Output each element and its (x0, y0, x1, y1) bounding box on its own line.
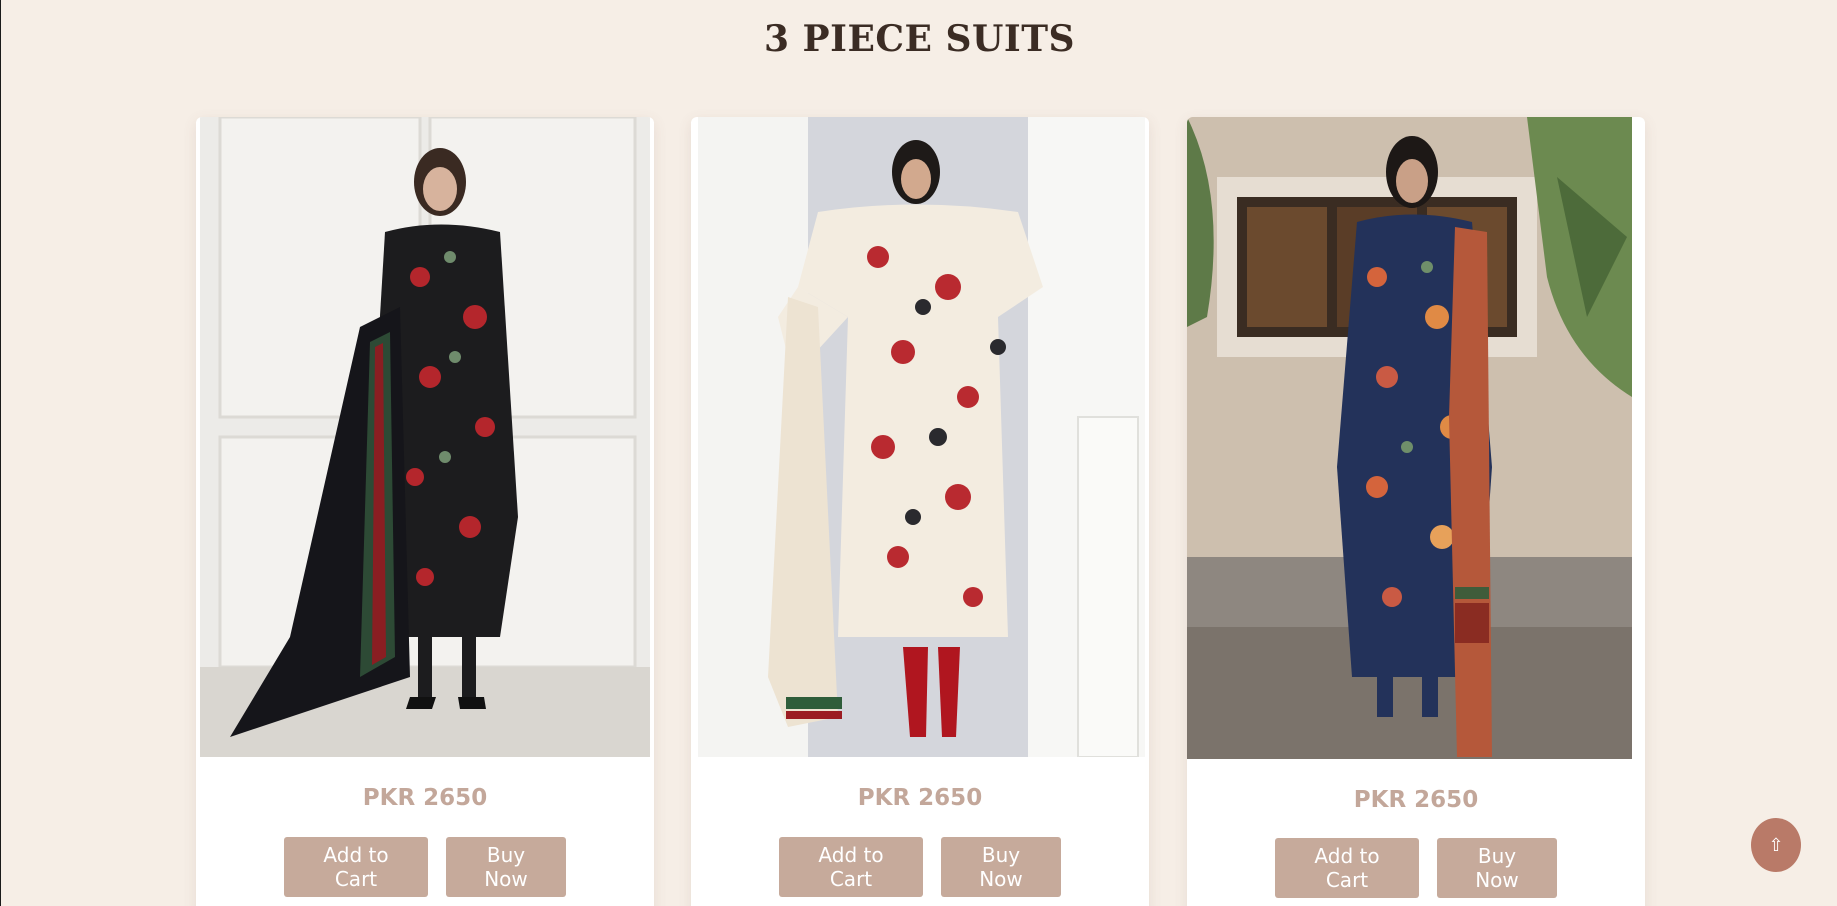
add-to-cart-button[interactable]: Add to Cart (779, 837, 923, 897)
product-actions: Add to Cart Buy Now (691, 837, 1149, 897)
product-price: PKR 2650 (1353, 787, 1479, 813)
product-card: PKR 2650 Add to Cart Buy Now (691, 117, 1149, 906)
product-image[interactable] (1187, 117, 1632, 759)
buy-now-button[interactable]: Buy Now (446, 837, 566, 897)
product-price: PKR 2650 (362, 785, 488, 811)
add-to-cart-button[interactable]: Add to Cart (1275, 838, 1419, 898)
add-to-cart-button[interactable]: Add to Cart (284, 837, 428, 897)
product-image[interactable] (698, 117, 1145, 757)
arrow-up-icon: ⇧ (1768, 834, 1784, 856)
scroll-to-top-button[interactable]: ⇧ (1751, 818, 1801, 872)
product-image[interactable] (200, 117, 650, 757)
product-actions: Add to Cart Buy Now (196, 837, 654, 897)
product-card: PKR 2650 Add to Cart Buy Now (1187, 117, 1645, 906)
product-actions: Add to Cart Buy Now (1187, 838, 1645, 898)
buy-now-button[interactable]: Buy Now (1437, 838, 1557, 898)
buy-now-button[interactable]: Buy Now (941, 837, 1061, 897)
product-card: PKR 2650 Add to Cart Buy Now (196, 117, 654, 906)
product-price: PKR 2650 (857, 785, 983, 811)
page-title: 3 PIECE SUITS (763, 18, 1076, 60)
